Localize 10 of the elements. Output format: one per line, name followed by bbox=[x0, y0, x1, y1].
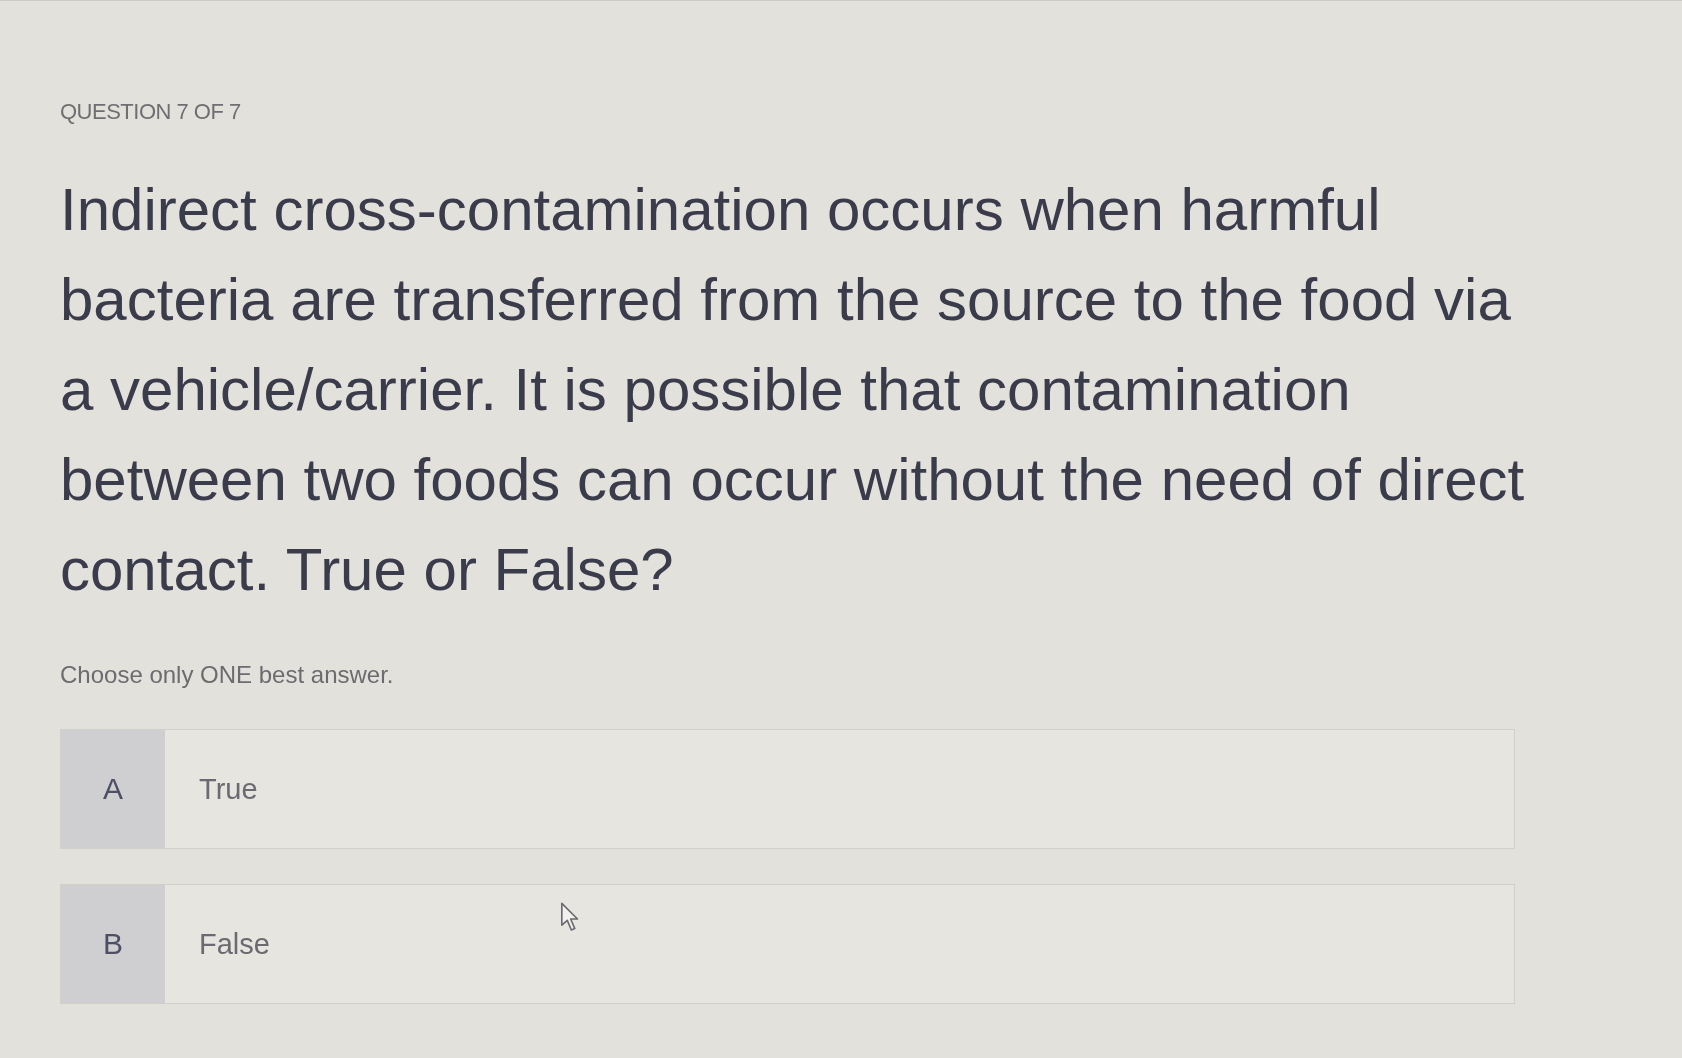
option-label: False bbox=[198, 926, 270, 962]
option-letter: B bbox=[61, 885, 165, 1003]
question-text: Indirect cross-contamination occurs when harmful bacteria are transferred from the source to the food via a vehicle/carrier. It is possible that contamination between two foods can occur without the need of direct contact. True or False? bbox=[60, 175, 1526, 605]
option-label: True bbox=[198, 771, 258, 807]
answer-option[interactable]: A True bbox=[60, 729, 1515, 849]
question-counter: QUESTION 7 OF 7 bbox=[60, 99, 242, 125]
option-letter: A bbox=[61, 730, 165, 848]
mouse-cursor-icon bbox=[560, 902, 580, 932]
answer-option[interactable]: B False bbox=[60, 884, 1515, 1004]
instruction-text: Choose only ONE best answer. bbox=[60, 661, 395, 689]
